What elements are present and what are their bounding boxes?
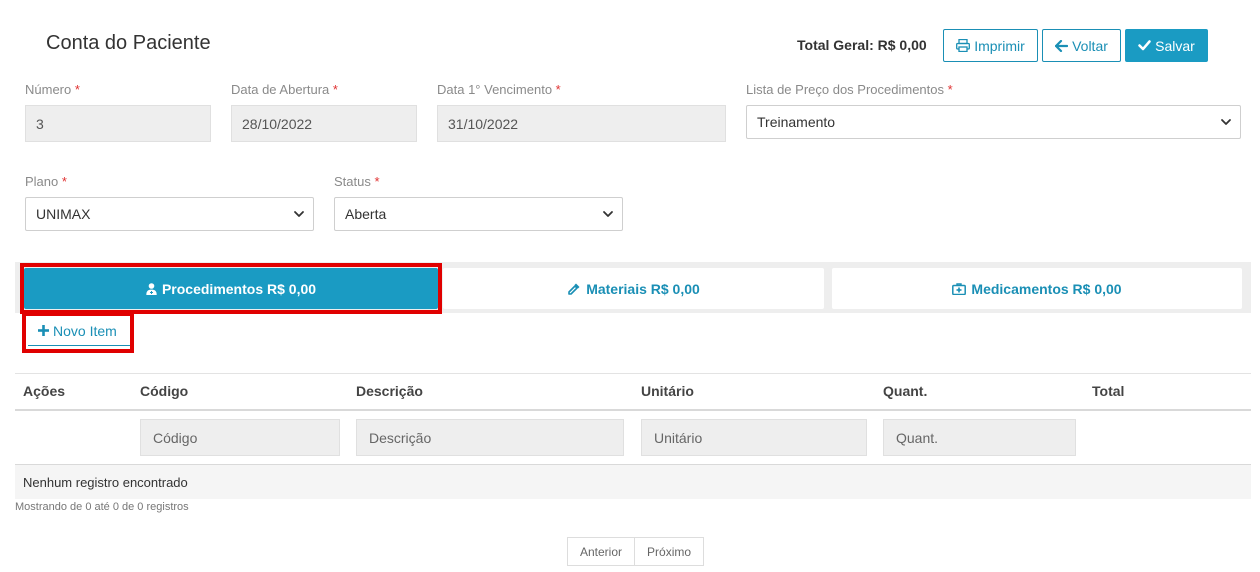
column-header-unitario[interactable]: Unitário [641,383,694,399]
check-icon [1138,40,1151,51]
print-button[interactable]: Imprimir [943,29,1038,62]
arrow-left-icon [1055,39,1069,52]
medkit-icon [952,282,967,295]
print-label: Imprimir [974,37,1025,54]
lista-preco-select[interactable]: Treinamento [746,105,1241,139]
data-abertura-label: Data de Abertura * [231,82,338,97]
pagination-previous-button[interactable]: Anterior [567,537,636,566]
plus-icon [38,325,49,336]
plano-label: Plano * [25,174,67,189]
column-header-codigo[interactable]: Código [140,383,188,399]
chevron-down-icon [1221,119,1231,125]
numero-label: Número * [25,82,80,97]
back-label: Voltar [1072,37,1108,54]
save-label: Salvar [1155,37,1195,54]
tab-medicamentos[interactable]: Medicamentos R$ 0,00 [832,268,1242,309]
tab-materiais[interactable]: Materiais R$ 0,00 [443,268,824,309]
status-label: Status * [334,174,380,189]
filter-unitario-input[interactable]: Unitário [641,419,867,456]
empty-table-row: Nenhum registro encontrado [15,465,1251,499]
numero-field[interactable]: 3 [25,105,211,142]
page-title: Conta do Paciente [46,32,211,54]
data-vencimento-label: Data 1° Vencimento * [437,82,561,97]
column-header-descricao[interactable]: Descrição [356,383,423,399]
data-vencimento-field[interactable]: 31/10/2022 [437,105,726,142]
total-geral: Total Geral: R$ 0,00 [797,37,927,53]
filter-quant-input[interactable]: Quant. [883,419,1076,456]
user-md-icon [146,282,157,295]
tab-procedimentos[interactable]: Procedimentos R$ 0,00 [24,268,438,309]
lista-preco-label: Lista de Preço dos Procedimentos * [746,82,953,97]
tab-procedimentos-label: Procedimentos R$ 0,00 [161,280,317,297]
eyedropper-icon [568,283,580,295]
chevron-down-icon [603,211,613,217]
save-button[interactable]: Salvar [1125,29,1208,62]
table-top-border [15,373,1251,374]
tab-materiais-label: Materiais R$ 0,00 [586,280,700,297]
chevron-down-icon [294,211,304,217]
table-info: Mostrando de 0 até 0 de 0 registros [15,501,189,513]
status-select[interactable]: Aberta [334,197,623,231]
pagination: Anterior Próximo [567,537,705,566]
novo-item-label: Novo Item [53,322,117,339]
column-header-total[interactable]: Total [1092,383,1124,399]
column-header-acoes[interactable]: Ações [23,383,65,399]
table-header-border [15,409,1251,411]
filter-codigo-input[interactable]: Código [140,419,340,456]
plano-select[interactable]: UNIMAX [25,197,314,231]
pagination-next-button[interactable]: Próximo [635,537,705,566]
novo-item-button[interactable]: Novo Item [28,316,130,346]
print-icon [956,39,971,52]
filter-descricao-input[interactable]: Descrição [356,419,624,456]
back-button[interactable]: Voltar [1042,29,1121,62]
column-header-quant[interactable]: Quant. [883,383,927,399]
data-abertura-field[interactable]: 28/10/2022 [231,105,417,142]
tab-medicamentos-label: Medicamentos R$ 0,00 [971,280,1122,297]
